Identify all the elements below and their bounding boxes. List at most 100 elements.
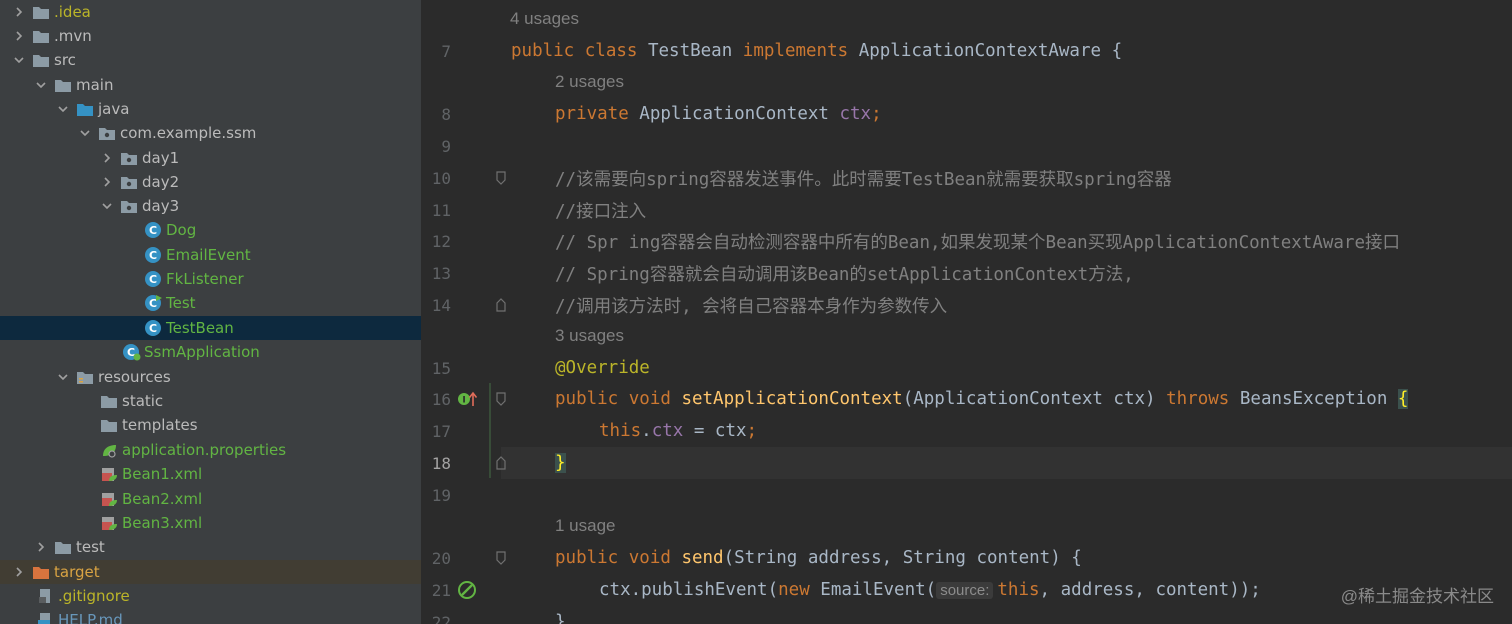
folder-icon xyxy=(100,417,118,433)
tree-item-resources[interactable]: resources xyxy=(0,365,421,389)
usages-hint[interactable]: 2 usages xyxy=(555,72,624,92)
tree-item-bean2-xml[interactable]: Bean2.xml xyxy=(0,487,421,511)
tree-item-label: Test xyxy=(166,294,196,312)
tree-item-label: main xyxy=(76,76,114,94)
tree-item-bean3-xml[interactable]: Bean3.xml xyxy=(0,511,421,535)
tree-item-application-properties[interactable]: application.properties xyxy=(0,438,421,462)
tree-item-label: day1 xyxy=(142,149,180,167)
usages-hint[interactable]: 1 usage xyxy=(555,516,616,536)
line-number: 10 xyxy=(431,168,451,188)
tree-item-label: day3 xyxy=(142,197,180,215)
code-comment: // Spring容器就会自动调用该Bean的setApplicationCon… xyxy=(555,264,1134,285)
folder-icon xyxy=(32,4,50,20)
spring-event-publisher-icon[interactable] xyxy=(457,580,487,600)
xml-file-icon xyxy=(100,515,118,531)
tree-item-day3[interactable]: day3 xyxy=(0,194,421,218)
package-icon xyxy=(120,150,138,166)
code-line-19: 19 xyxy=(421,479,1512,511)
chevron-right-icon[interactable] xyxy=(100,151,114,165)
code-comment: // Spr ing容器会自动检测容器中所有的Bean,如果发现某个Bean买现… xyxy=(555,232,1401,253)
xml-file-icon xyxy=(100,491,118,507)
chevron-down-icon[interactable] xyxy=(34,78,48,92)
tree-item-src[interactable]: src xyxy=(0,48,421,72)
tree-item-label: src xyxy=(54,51,76,69)
tree-item-java[interactable]: java xyxy=(0,97,421,121)
tree-item-label: Bean1.xml xyxy=(122,465,203,483)
code-editor[interactable]: 4 usages 7 public class TestBean impleme… xyxy=(421,0,1512,624)
tree-item-idea[interactable]: .idea xyxy=(0,0,421,24)
code-line-14: 14 //调用该方法时, 会将自己容器本身作为参数传入 xyxy=(421,289,1512,321)
tree-item-target[interactable]: target xyxy=(0,560,421,584)
code-line-10: 10 //该需要向spring容器发送事件。此时需要TestBean就需要获取s… xyxy=(421,162,1512,194)
svg-text:I: I xyxy=(462,396,465,406)
line-number: 8 xyxy=(441,104,451,124)
chevron-down-icon[interactable] xyxy=(56,102,70,116)
tree-item-test-folder[interactable]: test xyxy=(0,535,421,559)
chevron-right-icon[interactable] xyxy=(12,565,26,579)
ide-window: .idea .mvn src main java com.example.ssm… xyxy=(0,0,1512,624)
tree-item-testbean[interactable]: C TestBean xyxy=(0,316,421,340)
line-number: 17 xyxy=(431,421,451,441)
line-number: 16 xyxy=(431,389,451,409)
usages-hint[interactable]: 4 usages xyxy=(510,9,579,29)
tree-item-fklistener[interactable]: C FkListener xyxy=(0,267,421,291)
tree-item-dog[interactable]: C Dog xyxy=(0,218,421,242)
line-number: 14 xyxy=(431,295,451,315)
package-icon xyxy=(120,198,138,214)
code-line-16: 16 I public void setApplicationContext(A… xyxy=(421,383,1512,415)
chevron-down-icon[interactable] xyxy=(56,370,70,384)
tree-item-label: target xyxy=(54,563,100,581)
tree-item-main[interactable]: main xyxy=(0,73,421,97)
line-number: 9 xyxy=(441,136,451,156)
code-line-12: 12 // Spr ing容器会自动检测容器中所有的Bean,如果发现某个Bea… xyxy=(421,225,1512,257)
tree-item-package[interactable]: com.example.ssm xyxy=(0,121,421,145)
code-line-17: 17 this.ctx = ctx; xyxy=(421,415,1512,447)
tree-item-ssmapplication[interactable]: C SsmApplication xyxy=(0,340,421,364)
tree-item-gitignore[interactable]: .gitignore xyxy=(0,584,421,608)
chevron-right-icon[interactable] xyxy=(100,175,114,189)
tree-item-label: .gitignore xyxy=(58,587,130,605)
project-tree: .idea .mvn src main java com.example.ssm… xyxy=(0,0,421,624)
code-line-18: 18 } xyxy=(421,447,1512,479)
xml-file-icon xyxy=(100,466,118,482)
line-number: 19 xyxy=(431,485,451,505)
tree-item-label: templates xyxy=(122,416,198,434)
tree-item-emailevent[interactable]: C EmailEvent xyxy=(0,243,421,267)
fold-icon[interactable] xyxy=(494,455,508,471)
class-icon: C xyxy=(144,271,162,287)
chevron-right-icon[interactable] xyxy=(12,29,26,43)
tree-item-day1[interactable]: day1 xyxy=(0,146,421,170)
tree-item-day2[interactable]: day2 xyxy=(0,170,421,194)
fold-icon[interactable] xyxy=(494,170,508,186)
folder-icon xyxy=(54,77,72,93)
chevron-right-icon[interactable] xyxy=(34,540,48,554)
tree-item-label: application.properties xyxy=(122,441,287,459)
fold-icon[interactable] xyxy=(494,297,508,313)
chevron-down-icon[interactable] xyxy=(78,126,92,140)
line-number: 15 xyxy=(431,358,451,378)
chevron-down-icon[interactable] xyxy=(12,53,26,67)
fold-icon[interactable] xyxy=(494,550,508,566)
tree-item-static[interactable]: static xyxy=(0,389,421,413)
usages-hint[interactable]: 3 usages xyxy=(555,326,624,346)
tree-item-label: TestBean xyxy=(166,319,234,337)
tree-item-label: day2 xyxy=(142,173,180,191)
implements-method-icon[interactable]: I xyxy=(457,389,487,409)
code-comment: //调用该方法时, 会将自己容器本身作为参数传入 xyxy=(555,296,948,317)
tree-item-mvn[interactable]: .mvn xyxy=(0,24,421,48)
tree-item-label: static xyxy=(122,392,164,410)
code-text: this.ctx = ctx; xyxy=(599,421,758,441)
line-number: 21 xyxy=(431,580,451,600)
tree-item-templates[interactable]: templates xyxy=(0,413,421,437)
tree-item-label: SsmApplication xyxy=(144,343,260,361)
code-text: } xyxy=(555,453,566,473)
chevron-down-icon[interactable] xyxy=(100,199,114,213)
tree-item-test-class[interactable]: C Test xyxy=(0,291,421,315)
chevron-right-icon[interactable] xyxy=(12,5,26,19)
fold-icon[interactable] xyxy=(494,391,508,407)
runnable-class-icon: C xyxy=(144,295,162,311)
resources-folder-icon xyxy=(76,369,94,385)
class-icon: C xyxy=(144,247,162,263)
tree-item-bean1-xml[interactable]: Bean1.xml xyxy=(0,462,421,486)
tree-item-help-md[interactable]: HELP.md xyxy=(0,608,421,624)
